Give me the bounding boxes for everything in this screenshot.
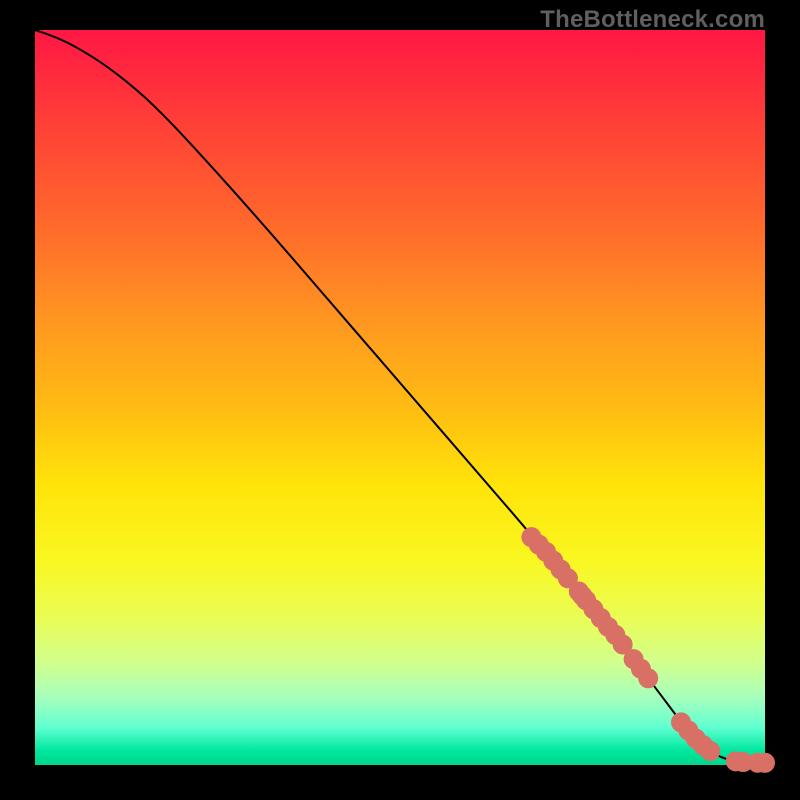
bottleneck-curve <box>35 30 765 763</box>
data-dot <box>639 669 658 688</box>
chart-overlay <box>35 30 765 765</box>
data-dot <box>701 742 720 761</box>
chart-frame: TheBottleneck.com <box>0 0 800 800</box>
data-dot <box>756 753 775 772</box>
data-dots-group <box>522 528 775 773</box>
